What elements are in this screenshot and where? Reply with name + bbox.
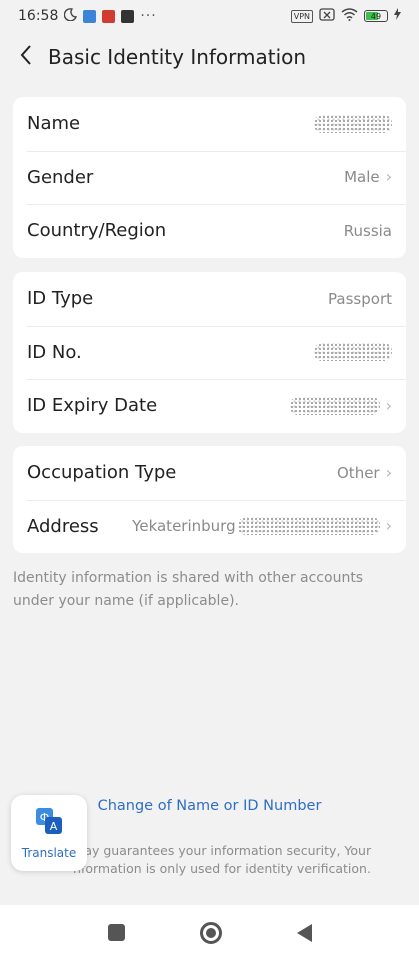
gender-label: Gender bbox=[27, 166, 94, 188]
clock: 16:58 bbox=[18, 8, 59, 24]
additional-info-card: Occupation Type Other › Address Yekateri… bbox=[13, 446, 406, 553]
country-label: Country/Region bbox=[27, 220, 167, 242]
id-info-card: ID Type Passport ID No. ID Expiry Date › bbox=[13, 272, 406, 433]
id-expiry-redacted bbox=[289, 396, 380, 415]
vpn-icon: VPN bbox=[290, 9, 313, 23]
svg-text:A: A bbox=[50, 820, 58, 833]
country-value: Russia bbox=[343, 221, 392, 240]
home-icon[interactable] bbox=[199, 921, 222, 944]
charging-icon bbox=[394, 8, 401, 24]
translate-label: Translate bbox=[21, 846, 77, 860]
address-value: Yekaterinburg bbox=[132, 517, 236, 536]
chevron-right-icon: › bbox=[385, 395, 392, 415]
sim-off-icon bbox=[319, 7, 335, 25]
chevron-right-icon: › bbox=[385, 516, 392, 536]
page-title: Basic Identity Information bbox=[48, 45, 307, 69]
id-number-label: ID No. bbox=[27, 341, 82, 363]
back-icon[interactable] bbox=[296, 923, 312, 942]
telegram-icon bbox=[83, 9, 97, 23]
id-number-row: ID No. bbox=[13, 325, 406, 380]
personal-info-card: Name Gender Male › Country/Region Russia bbox=[13, 97, 406, 258]
status-bar: 16:58 ··· VPN 49 bbox=[0, 0, 419, 32]
chevron-left-icon bbox=[19, 44, 33, 70]
moon-icon bbox=[64, 7, 78, 25]
id-type-row: ID Type Passport bbox=[13, 272, 406, 326]
country-row: Country/Region Russia bbox=[13, 204, 406, 258]
id-expiry-label: ID Expiry Date bbox=[27, 395, 158, 417]
name-label: Name bbox=[27, 113, 81, 135]
address-label: Address bbox=[27, 515, 99, 537]
occupation-row[interactable]: Occupation Type Other › bbox=[13, 446, 406, 500]
back-button[interactable] bbox=[4, 35, 48, 79]
app-icon bbox=[121, 9, 135, 23]
id-expiry-row[interactable]: ID Expiry Date › bbox=[13, 379, 406, 433]
security-footer: ipay guarantees your information securit… bbox=[72, 843, 372, 876]
overflow-dots: ··· bbox=[140, 8, 157, 24]
address-redacted bbox=[237, 517, 380, 536]
id-type-label: ID Type bbox=[27, 288, 94, 310]
name-value-redacted bbox=[314, 114, 392, 133]
id-number-redacted bbox=[314, 343, 392, 362]
occupation-value: Other bbox=[337, 463, 380, 482]
address-row[interactable]: Address Yekaterinburg › bbox=[13, 499, 406, 554]
system-nav-bar bbox=[0, 905, 419, 960]
battery-level: 49 bbox=[370, 11, 382, 21]
name-row: Name bbox=[13, 97, 406, 151]
chevron-right-icon: › bbox=[385, 462, 392, 482]
identity-share-note: Identity information is shared with othe… bbox=[13, 570, 364, 609]
occupation-label: Occupation Type bbox=[27, 462, 177, 484]
id-type-value: Passport bbox=[328, 289, 392, 308]
chevron-right-icon: › bbox=[385, 167, 392, 187]
page-header: Basic Identity Information bbox=[0, 32, 419, 82]
recents-icon[interactable] bbox=[107, 924, 125, 941]
gender-row[interactable]: Gender Male › bbox=[13, 150, 406, 205]
yandex-icon bbox=[102, 9, 116, 23]
translate-icon: Ф A bbox=[35, 806, 63, 840]
wifi-icon bbox=[341, 7, 358, 25]
translate-button[interactable]: Ф A Translate bbox=[11, 795, 87, 871]
gender-value: Male bbox=[344, 168, 380, 187]
battery-icon: 49 bbox=[364, 10, 388, 22]
